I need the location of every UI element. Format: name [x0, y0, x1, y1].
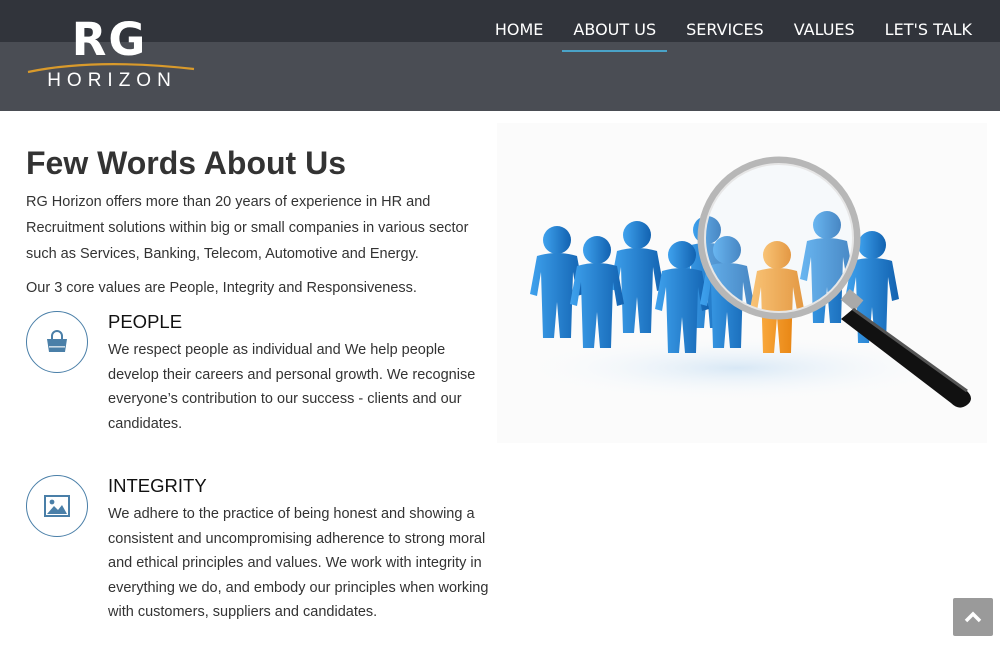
image-icon — [44, 495, 70, 517]
core-values-paragraph: Our 3 core values are People, Integrity … — [26, 280, 417, 296]
shopping-bag-icon — [47, 330, 67, 352]
people-icon-circle — [26, 311, 88, 373]
value-title: INTEGRITY — [108, 475, 207, 496]
nav-home[interactable]: HOME — [495, 19, 544, 41]
about-section: Few Words About Us RG Horizon offers mor… — [0, 111, 1000, 650]
main-nav: HOME ABOUT US SERVICES VALUES LET'S TALK — [465, 19, 972, 52]
site-logo[interactable]: RG HORIZON — [22, 10, 197, 95]
nav-services[interactable]: SERVICES — [686, 19, 764, 41]
logo-primary-text: RG — [71, 13, 148, 66]
value-description: We adhere to the practice of being hones… — [108, 506, 489, 620]
site-header: RG HORIZON HOME ABOUT US SERVICES VALUES… — [0, 0, 1000, 111]
chevron-up-icon — [964, 611, 982, 623]
crowd-illustration-svg — [507, 156, 971, 408]
section-heading: Few Words About Us — [26, 145, 346, 181]
intro-paragraph: RG Horizon offers more than 20 years of … — [26, 194, 469, 262]
magnifier-crowd-illustration — [497, 123, 987, 443]
nav-values[interactable]: VALUES — [794, 19, 855, 41]
value-description: We respect people as individual and We h… — [108, 342, 476, 432]
integrity-icon-circle — [26, 475, 88, 537]
nav-about-us[interactable]: ABOUT US — [562, 19, 667, 52]
logo-secondary-text: HORIZON — [47, 70, 177, 91]
back-to-top-button[interactable] — [953, 598, 993, 636]
nav-lets-talk[interactable]: LET'S TALK — [885, 19, 972, 41]
value-title: PEOPLE — [108, 311, 183, 332]
